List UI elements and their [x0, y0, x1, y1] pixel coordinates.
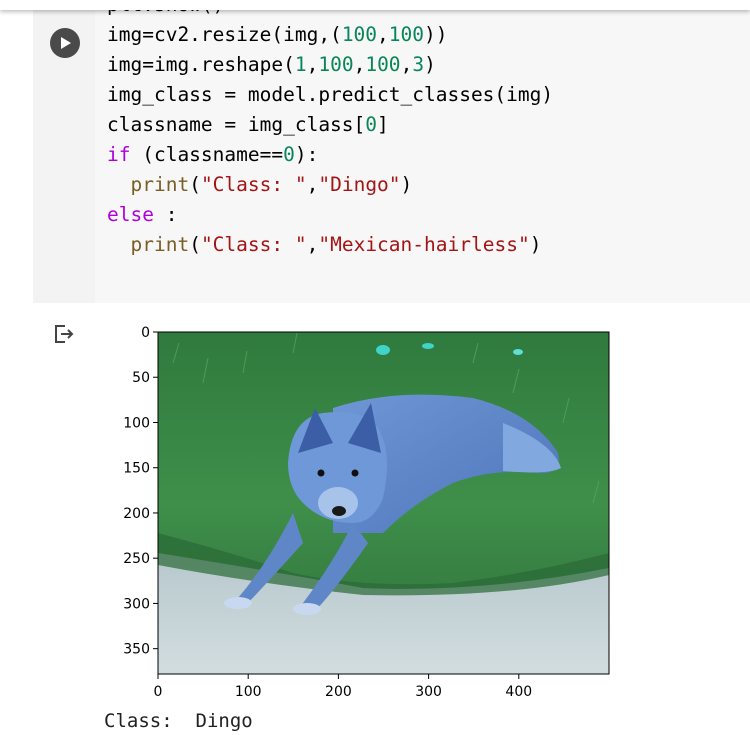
code-line: img_class = model.predict_classes(img)	[107, 83, 554, 106]
code-cell[interactable]: plt.show()img=cv2.resize(img,(100,100))i…	[33, 0, 750, 735]
cell-gutter	[33, 0, 95, 303]
run-cell-button[interactable]	[50, 28, 80, 58]
code-line: print("Class: ","Mexican-hairless")	[130, 233, 542, 256]
dingo-photo	[158, 332, 609, 674]
top-toolbar-shadow	[0, 0, 750, 10]
y-tick-label: 0	[141, 325, 150, 341]
code-line: if (classname==0):	[107, 143, 319, 166]
code-line: else :	[107, 203, 178, 226]
code-text: plt.show()img=cv2.resize(img,(100,100))i…	[107, 0, 553, 260]
y-axis-ticks: 0 50 100 150 200 250 300 350	[123, 325, 158, 658]
code-area: plt.show()img=cv2.resize(img,(100,100))i…	[33, 0, 750, 303]
image-plot: 0 50 100 150 200 250 300 350 0 100 200 300 400	[123, 325, 610, 700]
code-line: print("Class: ","Dingo")	[130, 173, 413, 196]
notebook-left-rail	[0, 0, 34, 735]
cell-output: 0 50 100 150 200 250 300 350 0 100 200 300 400 Clas…	[33, 303, 750, 735]
code-line: img=img.reshape(1,100,100,3)	[107, 53, 436, 76]
x-axis-ticks: 0 100 200 300 400	[154, 674, 532, 700]
x-tick-label: 200	[325, 684, 352, 700]
x-tick-label: 400	[505, 684, 532, 700]
y-tick-label: 150	[123, 461, 150, 477]
code-line: classname = img_class[0]	[107, 113, 389, 136]
y-tick-label: 100	[123, 415, 150, 431]
y-tick-label: 300	[123, 596, 150, 612]
code-editor[interactable]: plt.show()img=cv2.resize(img,(100,100))i…	[95, 0, 750, 303]
y-tick-label: 350	[123, 642, 150, 658]
output-text: Class: Dingo	[104, 710, 253, 732]
x-tick-label: 100	[235, 684, 262, 700]
y-tick-label: 50	[132, 370, 150, 386]
code-line: img=cv2.resize(img,(100,100))	[107, 23, 448, 46]
y-tick-label: 200	[123, 506, 150, 522]
y-tick-label: 250	[123, 551, 150, 567]
play-icon	[61, 37, 71, 49]
x-tick-label: 300	[415, 684, 442, 700]
x-tick-label: 0	[154, 684, 163, 700]
